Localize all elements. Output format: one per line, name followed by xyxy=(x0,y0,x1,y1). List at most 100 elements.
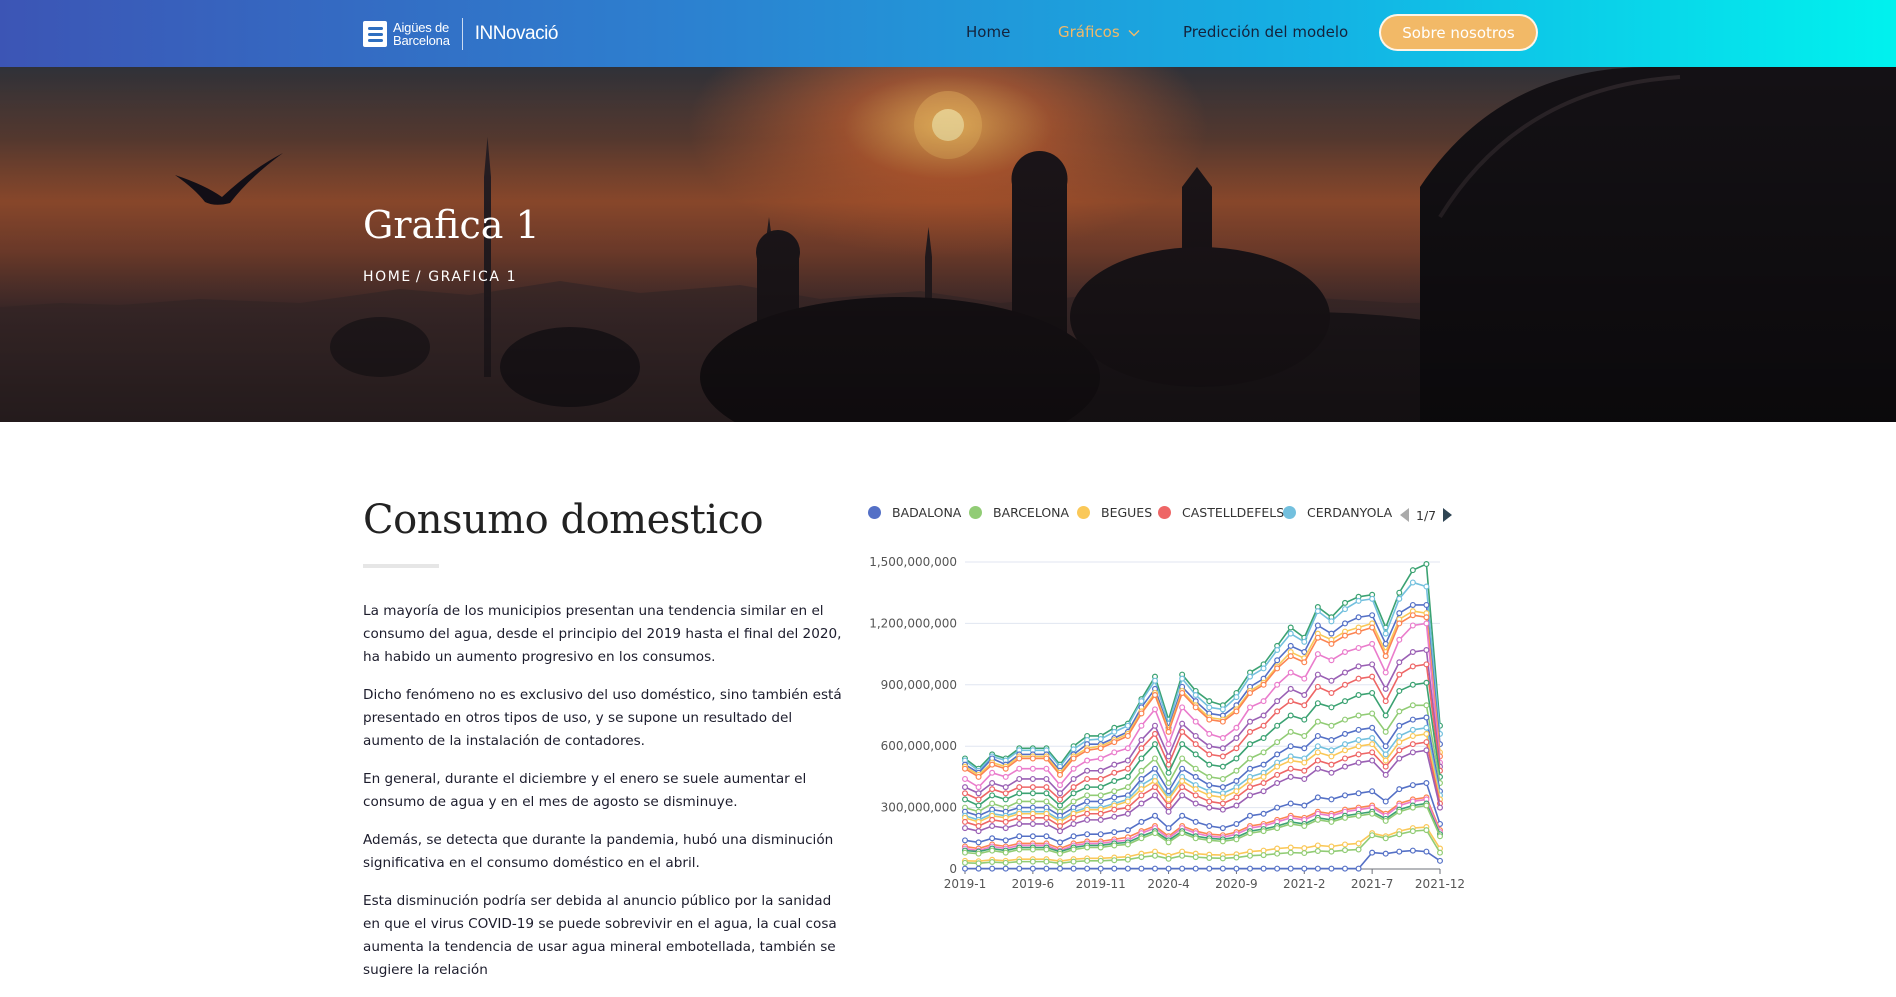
data-point[interactable] xyxy=(961,796,968,803)
data-point[interactable] xyxy=(1355,663,1362,670)
data-point[interactable] xyxy=(1179,675,1186,682)
data-point[interactable] xyxy=(1179,765,1186,772)
data-point[interactable] xyxy=(1287,624,1294,631)
series-6[interactable] xyxy=(961,620,1443,791)
data-point[interactable] xyxy=(1002,865,1009,872)
data-point[interactable] xyxy=(1409,579,1416,586)
data-point[interactable] xyxy=(1396,595,1403,602)
data-point[interactable] xyxy=(1328,689,1335,696)
data-point[interactable] xyxy=(1247,784,1254,791)
data-point[interactable] xyxy=(1423,620,1430,627)
data-point[interactable] xyxy=(1369,595,1376,602)
data-point[interactable] xyxy=(1233,794,1240,801)
data-point[interactable] xyxy=(961,765,968,772)
data-point[interactable] xyxy=(1165,825,1172,832)
data-point[interactable] xyxy=(1111,761,1118,768)
data-point[interactable] xyxy=(1328,769,1335,776)
data-point[interactable] xyxy=(1057,850,1064,857)
data-point[interactable] xyxy=(1097,775,1104,782)
data-point[interactable] xyxy=(1138,865,1145,872)
data-point[interactable] xyxy=(1423,679,1430,686)
data-point[interactable] xyxy=(1219,855,1226,862)
data-point[interactable] xyxy=(1152,722,1159,729)
data-point[interactable] xyxy=(1314,743,1321,750)
data-point[interactable] xyxy=(1057,839,1064,846)
data-point[interactable] xyxy=(1328,747,1335,754)
data-point[interactable] xyxy=(1002,837,1009,844)
data-point[interactable] xyxy=(961,859,968,866)
data-point[interactable] xyxy=(1124,745,1131,752)
legend-item-badalona[interactable]: BADALONA xyxy=(868,505,961,520)
data-point[interactable] xyxy=(1124,841,1131,848)
data-point[interactable] xyxy=(1192,818,1199,825)
data-point[interactable] xyxy=(989,761,996,768)
data-point[interactable] xyxy=(1287,865,1294,872)
data-point[interactable] xyxy=(1409,732,1416,739)
data-point[interactable] xyxy=(1355,726,1362,733)
data-point[interactable] xyxy=(1165,728,1172,735)
data-point[interactable] xyxy=(1260,773,1267,780)
data-point[interactable] xyxy=(1396,722,1403,729)
data-point[interactable] xyxy=(1192,704,1199,711)
data-point[interactable] xyxy=(1260,665,1267,672)
data-point[interactable] xyxy=(1138,737,1145,744)
data-point[interactable] xyxy=(1152,792,1159,799)
data-point[interactable] xyxy=(975,796,982,803)
data-point[interactable] xyxy=(1084,844,1091,851)
data-point[interactable] xyxy=(1043,814,1050,821)
data-point[interactable] xyxy=(1396,755,1403,762)
data-point[interactable] xyxy=(1301,775,1308,782)
data-point[interactable] xyxy=(1002,773,1009,780)
data-point[interactable] xyxy=(1219,706,1226,713)
data-point[interactable] xyxy=(1409,663,1416,670)
data-point[interactable] xyxy=(1287,685,1294,692)
data-point[interactable] xyxy=(1233,745,1240,752)
data-point[interactable] xyxy=(975,839,982,846)
data-point[interactable] xyxy=(1084,757,1091,764)
data-point[interactable] xyxy=(1111,842,1118,849)
data-point[interactable] xyxy=(1097,810,1104,817)
data-point[interactable] xyxy=(1342,632,1349,639)
data-point[interactable] xyxy=(1409,702,1416,709)
data-point[interactable] xyxy=(1097,784,1104,791)
data-point[interactable] xyxy=(1355,628,1362,635)
data-point[interactable] xyxy=(1342,847,1349,854)
data-point[interactable] xyxy=(1274,780,1281,787)
data-point[interactable] xyxy=(1328,865,1335,872)
data-point[interactable] xyxy=(1057,790,1064,797)
data-point[interactable] xyxy=(989,786,996,793)
data-point[interactable] xyxy=(1260,852,1267,859)
data-point[interactable] xyxy=(1247,728,1254,735)
data-point[interactable] xyxy=(1342,841,1349,848)
data-point[interactable] xyxy=(1070,814,1077,821)
data-point[interactable] xyxy=(1355,737,1362,744)
data-point[interactable] xyxy=(1396,831,1403,838)
data-point[interactable] xyxy=(1355,743,1362,750)
data-point[interactable] xyxy=(1084,865,1091,872)
data-point[interactable] xyxy=(1043,820,1050,827)
data-point[interactable] xyxy=(1369,735,1376,742)
data-point[interactable] xyxy=(1274,825,1281,832)
data-point[interactable] xyxy=(1029,846,1036,853)
data-point[interactable] xyxy=(1369,724,1376,731)
data-point[interactable] xyxy=(1138,755,1145,762)
data-point[interactable] xyxy=(1233,755,1240,762)
data-point[interactable] xyxy=(1138,854,1145,861)
data-point[interactable] xyxy=(1002,790,1009,797)
data-point[interactable] xyxy=(989,800,996,807)
data-point[interactable] xyxy=(1002,859,1009,866)
data-point[interactable] xyxy=(975,823,982,830)
data-point[interactable] xyxy=(1111,739,1118,746)
data-point[interactable] xyxy=(1138,745,1145,752)
data-point[interactable] xyxy=(1260,698,1267,705)
data-point[interactable] xyxy=(1301,850,1308,857)
data-point[interactable] xyxy=(1287,820,1294,827)
data-point[interactable] xyxy=(1152,706,1159,713)
data-point[interactable] xyxy=(1152,677,1159,684)
data-point[interactable] xyxy=(1192,741,1199,748)
data-point[interactable] xyxy=(1179,755,1186,762)
data-point[interactable] xyxy=(1206,865,1213,872)
data-point[interactable] xyxy=(961,837,968,844)
data-point[interactable] xyxy=(1328,753,1335,760)
data-point[interactable] xyxy=(1301,675,1308,682)
